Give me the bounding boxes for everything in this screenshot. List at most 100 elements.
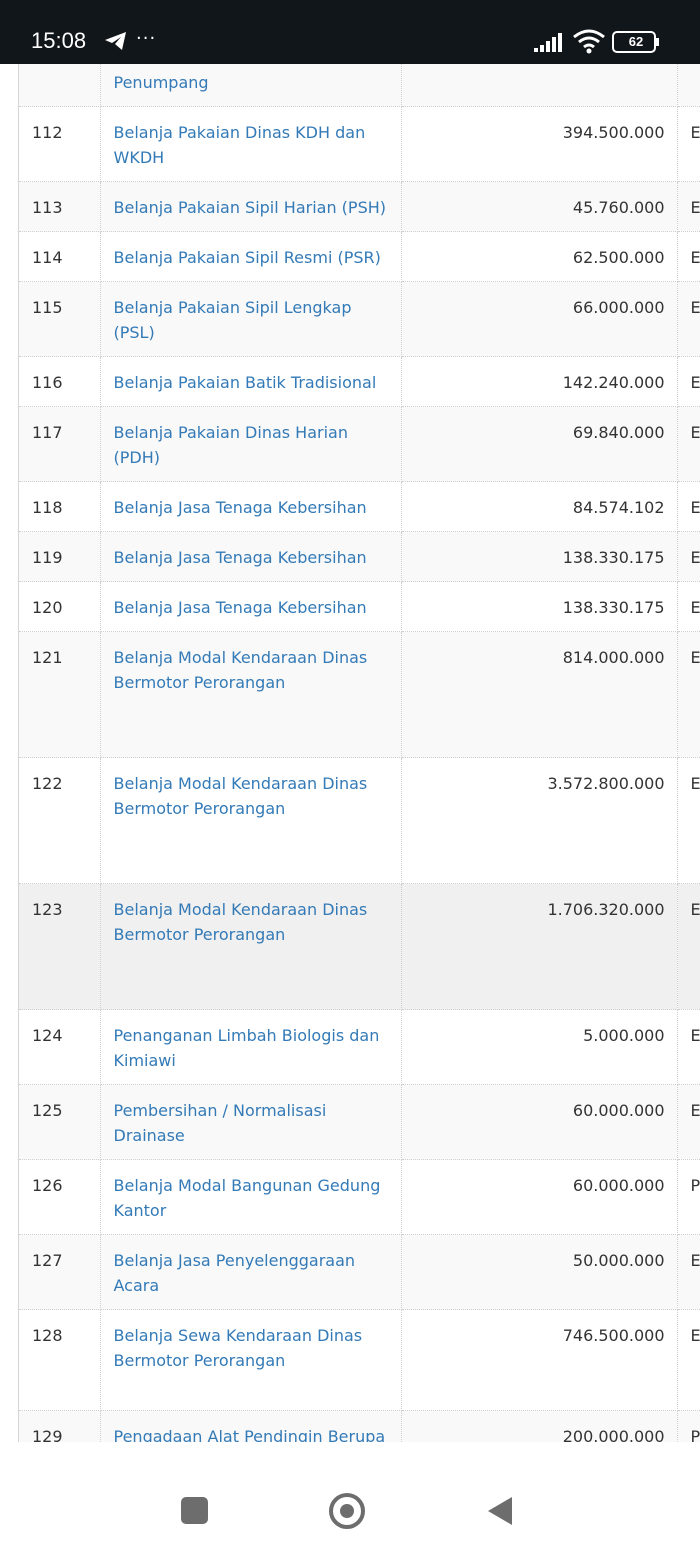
- table-row: 120 Belanja Jasa Tenaga Kebersihan 138.3…: [19, 581, 700, 632]
- table-row: 122 Belanja Modal Kendaraan Dinas Bermot…: [19, 757, 700, 884]
- row-amount: 60.000.000: [401, 1084, 678, 1160]
- row-amount: 3.572.800.000: [401, 757, 678, 884]
- row-number: [19, 64, 101, 107]
- table-row: 115 Belanja Pakaian Sipil Lengkap (PSL) …: [19, 281, 700, 357]
- row-extra: E: [677, 231, 700, 282]
- row-extra: E: [677, 631, 700, 758]
- table-row: 114 Belanja Pakaian Sipil Resmi (PSR) 62…: [19, 231, 700, 282]
- row-extra: E: [677, 883, 700, 1010]
- row-extra: E: [677, 1234, 700, 1310]
- navigation-bar: [0, 1442, 700, 1555]
- row-number: 115: [19, 281, 101, 357]
- row-name-link[interactable]: Belanja Pakaian Sipil Resmi (PSR): [114, 248, 381, 267]
- row-extra: E: [677, 281, 700, 357]
- row-name-link[interactable]: Belanja Modal Kendaraan Dinas Bermotor P…: [114, 774, 368, 818]
- row-amount: 50.000.000: [401, 1234, 678, 1310]
- row-name-link[interactable]: Belanja Pakaian Sipil Harian (PSH): [114, 198, 387, 217]
- row-name-link[interactable]: Belanja Pakaian Dinas Harian (PDH): [114, 423, 348, 467]
- row-number: 116: [19, 356, 101, 407]
- telegram-icon: [105, 32, 126, 50]
- row-name-link[interactable]: Penanganan Limbah Biologis dan Kimiawi: [114, 1026, 380, 1070]
- row-number: 123: [19, 883, 101, 1010]
- table-row: 127 Belanja Jasa Penyelenggaraan Acara 5…: [19, 1234, 700, 1310]
- signal-icon: [534, 33, 562, 52]
- row-amount: 138.330.175: [401, 581, 678, 632]
- battery-level: 62: [628, 34, 644, 49]
- row-amount: 138.330.175: [401, 531, 678, 582]
- back-icon[interactable]: [487, 1496, 513, 1526]
- row-extra: E: [677, 481, 700, 532]
- row-amount: 5.000.000: [401, 1009, 678, 1085]
- row-amount: 142.240.000: [401, 356, 678, 407]
- row-name-link[interactable]: Belanja Pakaian Sipil Lengkap (PSL): [114, 298, 352, 342]
- table-viewport[interactable]: Bermotor Kendaraan Bermotor Penumpang 11…: [0, 64, 700, 1442]
- row-amount: 814.000.000: [401, 631, 678, 758]
- row-name-link[interactable]: Belanja Jasa Tenaga Kebersihan: [114, 498, 367, 517]
- row-number: 129: [19, 1410, 101, 1442]
- table-row: 125 Pembersihan / Normalisasi Drainase 6…: [19, 1084, 700, 1160]
- table-row: 128 Belanja Sewa Kendaraan Dinas Bermoto…: [19, 1309, 700, 1411]
- row-name-link[interactable]: Belanja Modal Bangunan Gedung Kantor: [114, 1176, 381, 1220]
- row-extra: P: [677, 1410, 700, 1442]
- data-table: Bermotor Kendaraan Bermotor Penumpang 11…: [19, 64, 700, 1442]
- row-extra: E: [677, 581, 700, 632]
- row-amount: 200.000.000: [401, 1410, 678, 1442]
- row-extra: E: [677, 406, 700, 482]
- row-amount: 62.500.000: [401, 231, 678, 282]
- table-row: 119 Belanja Jasa Tenaga Kebersihan 138.3…: [19, 531, 700, 582]
- table-row: Bermotor Kendaraan Bermotor Penumpang: [19, 64, 700, 107]
- row-amount: 45.760.000: [401, 181, 678, 232]
- row-name-link[interactable]: Belanja Modal Kendaraan Dinas Bermotor P…: [114, 648, 368, 692]
- table-row: 121 Belanja Modal Kendaraan Dinas Bermot…: [19, 631, 700, 758]
- status-bar: 15:08 ··· 62: [0, 0, 700, 64]
- table-row: 113 Belanja Pakaian Sipil Harian (PSH) 4…: [19, 181, 700, 232]
- row-name-link[interactable]: Pengadaan Alat Pendingin Berupa AC Caset…: [114, 1427, 386, 1442]
- row-number: 119: [19, 531, 101, 582]
- table-row: 118 Belanja Jasa Tenaga Kebersihan 84.57…: [19, 481, 700, 532]
- table-row: 123 Belanja Modal Kendaraan Dinas Bermot…: [19, 883, 700, 1010]
- row-extra: E: [677, 1309, 700, 1411]
- row-name-link[interactable]: Belanja Pakaian Batik Tradisional: [114, 373, 377, 392]
- table-row: 116 Belanja Pakaian Batik Tradisional 14…: [19, 356, 700, 407]
- row-amount: 69.840.000: [401, 406, 678, 482]
- row-number: 125: [19, 1084, 101, 1160]
- row-number: 120: [19, 581, 101, 632]
- row-number: 122: [19, 757, 101, 884]
- row-name-link[interactable]: Belanja Jasa Tenaga Kebersihan: [114, 598, 367, 617]
- table-row: 112 Belanja Pakaian Dinas KDH dan WKDH 3…: [19, 106, 700, 182]
- row-name-link[interactable]: Belanja Modal Kendaraan Dinas Bermotor P…: [114, 900, 368, 944]
- row-name-link[interactable]: Pembersihan / Normalisasi Drainase: [114, 1101, 327, 1145]
- table-row: 117 Belanja Pakaian Dinas Harian (PDH) 6…: [19, 406, 700, 482]
- row-amount: 746.500.000: [401, 1309, 678, 1411]
- row-number: 112: [19, 106, 101, 182]
- more-icon: ···: [136, 28, 157, 49]
- row-amount: 66.000.000: [401, 281, 678, 357]
- row-number: 118: [19, 481, 101, 532]
- row-number: 126: [19, 1159, 101, 1235]
- row-name-link[interactable]: Belanja Pakaian Dinas KDH dan WKDH: [114, 123, 366, 167]
- row-number: 113: [19, 181, 101, 232]
- row-name-link[interactable]: Belanja Sewa Kendaraan Dinas Bermotor Pe…: [114, 1326, 363, 1370]
- status-time: 15:08: [31, 28, 87, 53]
- row-number: 128: [19, 1309, 101, 1411]
- home-icon-dot: [340, 1504, 354, 1518]
- row-extra: [677, 64, 700, 107]
- row-extra: E: [677, 181, 700, 232]
- row-extra: E: [677, 757, 700, 884]
- row-name-link[interactable]: Bermotor Kendaraan Bermotor Penumpang: [114, 64, 360, 92]
- row-extra: E: [677, 106, 700, 182]
- table-row: 126 Belanja Modal Bangunan Gedung Kantor…: [19, 1159, 700, 1235]
- row-number: 114: [19, 231, 101, 282]
- row-number: 124: [19, 1009, 101, 1085]
- row-amount: 60.000.000: [401, 1159, 678, 1235]
- home-icon[interactable]: [329, 1493, 365, 1529]
- row-number: 127: [19, 1234, 101, 1310]
- table-row: 129 Pengadaan Alat Pendingin Berupa AC C…: [19, 1410, 700, 1442]
- row-extra: E: [677, 1084, 700, 1160]
- row-name-link[interactable]: Belanja Jasa Penyelenggaraan Acara: [114, 1251, 356, 1295]
- recent-apps-icon[interactable]: [181, 1497, 208, 1524]
- row-name-link[interactable]: Belanja Jasa Tenaga Kebersihan: [114, 548, 367, 567]
- wifi-icon: [573, 29, 605, 54]
- row-extra: E: [677, 1009, 700, 1085]
- row-amount: 1.706.320.000: [401, 883, 678, 1010]
